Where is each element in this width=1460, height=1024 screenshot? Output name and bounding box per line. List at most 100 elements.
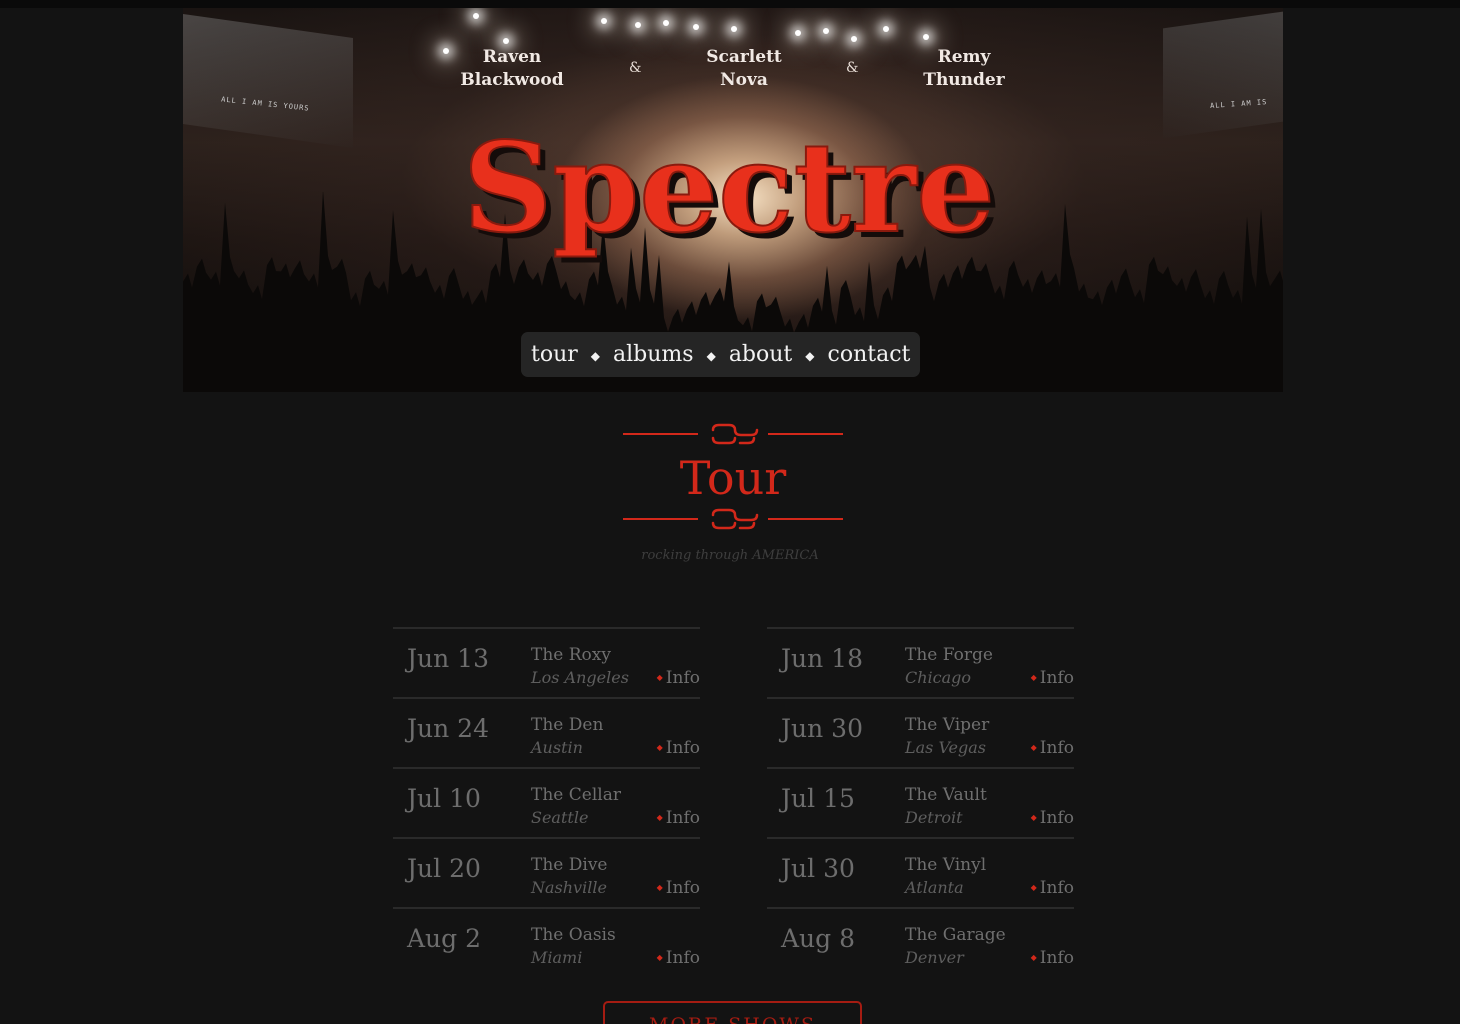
nav-separator-icon: ◆	[590, 349, 601, 363]
show-info-label: Info	[665, 738, 700, 758]
member-first-name: Raven	[482, 47, 542, 67]
show-date: Jul 10	[407, 784, 481, 813]
show-city: Las Vegas	[905, 738, 987, 757]
stage-light	[731, 26, 737, 32]
show-info-label: Info	[1039, 668, 1074, 688]
show-venue: The Viper	[905, 715, 990, 735]
section-subtitle: rocking through AMERICA	[641, 548, 819, 563]
show-info-label: Info	[665, 668, 700, 688]
show-city: Detroit	[905, 808, 963, 827]
tour-column-right: Jun 18 The Forge Chicago ◆ Info Jun 30 Th…	[767, 627, 1074, 977]
member-name-scarlett: Scarlett Nova	[679, 46, 809, 92]
show-venue: The Dive	[531, 855, 608, 875]
show-info-label: Info	[665, 878, 700, 898]
diamond-icon: ◆	[656, 673, 663, 682]
show-date: Jul 20	[407, 854, 481, 883]
tour-date-row: Jun 30 The Viper Las Vegas ◆ Info	[767, 697, 1074, 767]
show-info-link[interactable]: ◆ Info	[1031, 878, 1074, 898]
tour-date-row: Jun 18 The Forge Chicago ◆ Info	[767, 627, 1074, 697]
show-info-label: Info	[665, 808, 700, 828]
stage-light	[883, 26, 889, 32]
tour-date-row: Jul 10 The Cellar Seattle ◆ Info	[393, 767, 700, 837]
show-info-link[interactable]: ◆ Info	[1031, 948, 1074, 968]
tour-date-row: Jul 15 The Vault Detroit ◆ Info	[767, 767, 1074, 837]
stage-light	[635, 22, 641, 28]
show-city: Denver	[905, 948, 964, 967]
diamond-icon: ◆	[1030, 673, 1037, 682]
show-info-link[interactable]: ◆ Info	[657, 948, 700, 968]
show-date: Jun 24	[407, 714, 489, 743]
ampersand-2: &	[846, 60, 859, 76]
tour-date-row: Jul 30 The Vinyl Atlanta ◆ Info	[767, 837, 1074, 907]
show-info-label: Info	[1039, 808, 1074, 828]
ornament-icon	[711, 508, 759, 530]
show-venue: The Vinyl	[905, 855, 987, 875]
nav-contact-link[interactable]: contact	[828, 342, 911, 367]
stage-light	[823, 28, 829, 34]
diamond-icon: ◆	[656, 883, 663, 892]
stage-light	[601, 18, 607, 24]
show-venue: The Roxy	[531, 645, 611, 665]
member-name-remy: Remy Thunder	[899, 46, 1029, 92]
stage-light	[923, 34, 929, 40]
member-name-raven: Raven Blackwood	[447, 46, 577, 92]
show-city: Atlanta	[905, 878, 964, 897]
nav-separator-icon: ◆	[706, 349, 716, 363]
stage-light	[503, 38, 509, 44]
show-info-label: Info	[665, 948, 700, 968]
diamond-icon: ◆	[1030, 743, 1037, 752]
show-date: Jul 15	[781, 784, 855, 813]
member-first-name: Remy	[937, 47, 991, 67]
stage-light	[851, 36, 857, 42]
show-info-label: Info	[1039, 738, 1074, 758]
band-logo-text: Spectre	[463, 116, 995, 261]
show-venue: The Oasis	[531, 925, 616, 945]
nav-about-link[interactable]: about	[729, 342, 792, 367]
show-info-link[interactable]: ◆ Info	[657, 808, 700, 828]
tour-date-row: Jun 24 The Den Austin ◆ Info	[393, 697, 700, 767]
member-last-name: Nova	[720, 70, 768, 90]
show-date: Aug 2	[407, 924, 482, 953]
show-date: Jun 13	[407, 644, 489, 673]
show-info-link[interactable]: ◆ Info	[1031, 738, 1074, 758]
show-venue: The Den	[531, 715, 604, 735]
member-last-name: Thunder	[923, 70, 1005, 90]
more-shows-button[interactable]: MORE SHOWS	[603, 1001, 862, 1024]
show-city: Chicago	[905, 668, 972, 687]
show-info-label: Info	[1039, 948, 1074, 968]
diamond-icon: ◆	[656, 813, 663, 822]
show-info-label: Info	[1039, 878, 1074, 898]
show-info-link[interactable]: ◆ Info	[657, 668, 700, 688]
show-city: Los Angeles	[531, 668, 629, 687]
show-city: Seattle	[531, 808, 589, 827]
diamond-icon: ◆	[656, 743, 663, 752]
show-city: Miami	[531, 948, 583, 967]
show-info-link[interactable]: ◆ Info	[657, 738, 700, 758]
show-info-link[interactable]: ◆ Info	[657, 878, 700, 898]
member-first-name: Scarlett	[706, 47, 782, 67]
top-bar	[0, 0, 1460, 8]
diamond-icon: ◆	[1030, 883, 1037, 892]
show-city: Nashville	[531, 878, 607, 897]
hero-banner: ALL I AM IS YOURS ALL I AM IS Raven Blac…	[183, 8, 1283, 392]
show-date: Jun 30	[781, 714, 863, 743]
member-last-name: Blackwood	[460, 70, 564, 90]
show-info-link[interactable]: ◆ Info	[1031, 808, 1074, 828]
tour-date-row: Jun 13 The Roxy Los Angeles ◆ Info	[393, 627, 700, 697]
tour-date-row: Aug 2 The Oasis Miami ◆ Info	[393, 907, 700, 977]
diamond-icon: ◆	[656, 953, 663, 962]
tour-column-left: Jun 13 The Roxy Los Angeles ◆ Info Jun 24…	[393, 627, 700, 977]
show-city: Austin	[531, 738, 583, 757]
show-date: Jul 30	[781, 854, 855, 883]
section-title-text: Tour	[680, 451, 786, 505]
band-members: Raven Blackwood & Scarlett Nova & Remy T…	[183, 46, 1283, 106]
stage-light	[795, 30, 801, 36]
page: ALL I AM IS YOURS ALL I AM IS Raven Blac…	[0, 0, 1460, 1024]
main-nav: tour ◆ albums ◆ about ◆ contact	[521, 332, 921, 377]
show-info-link[interactable]: ◆ Info	[1031, 668, 1074, 688]
nav-tour-link[interactable]: tour	[531, 342, 578, 367]
nav-albums-link[interactable]: albums	[613, 342, 694, 367]
diamond-icon: ◆	[1030, 953, 1037, 962]
tour-date-row: Jul 20 The Dive Nashville ◆ Info	[393, 837, 700, 907]
nav-separator-icon: ◆	[805, 349, 815, 363]
